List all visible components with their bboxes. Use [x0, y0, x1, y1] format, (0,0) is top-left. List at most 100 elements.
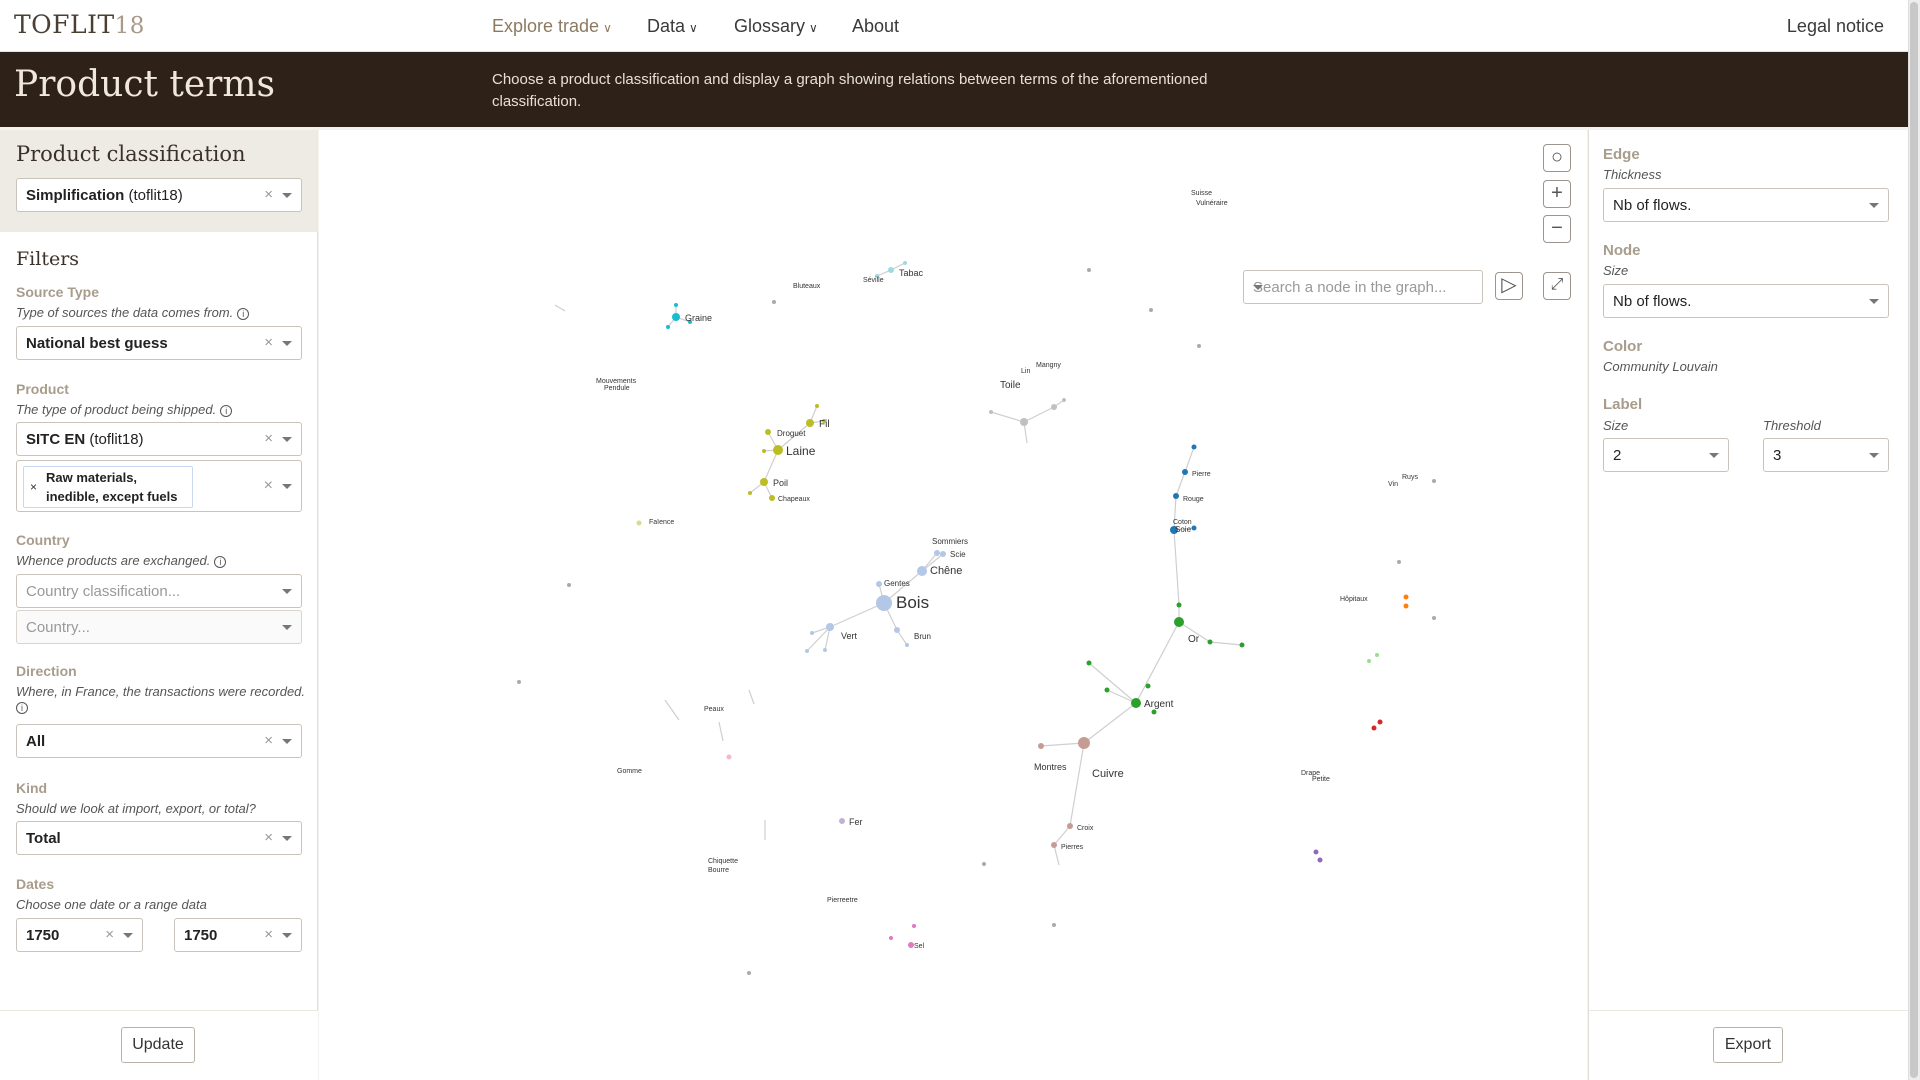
node-label-rouge: Rouge [1183, 496, 1204, 503]
zoom-out-icon[interactable]: − [1543, 215, 1571, 243]
clear-icon[interactable]: × [264, 732, 273, 749]
clear-icon[interactable]: × [264, 477, 273, 495]
page-scrollbar[interactable] [1908, 0, 1920, 1080]
node-label-cuivre: Cuivre [1092, 768, 1124, 780]
edge-hint: Thickness [1603, 167, 1662, 182]
caret-down-icon [282, 933, 292, 938]
edge-thickness-select[interactable]: Nb of flows. [1603, 188, 1889, 222]
product-label: Product [16, 381, 69, 397]
caret-down-icon [282, 341, 292, 346]
country-select[interactable]: Country... [16, 610, 302, 644]
caret-down-icon [282, 437, 292, 442]
tag-remove-icon[interactable]: × [30, 478, 37, 497]
nav-about[interactable]: About [852, 16, 899, 37]
node-label-or: Or [1188, 634, 1200, 645]
source-type-hint: Type of sources the data comes from. i [16, 305, 250, 320]
color-label: Color [1603, 338, 1643, 355]
product-multiselect[interactable]: × Raw materials, inedible, except fuels … [16, 460, 302, 512]
product-classification-select[interactable]: SITC EN (toflit18) × [16, 422, 302, 456]
node-label-montres: Montres [1034, 762, 1067, 772]
caret-down-icon [123, 933, 133, 938]
caret-down-icon [282, 836, 292, 841]
edge-label: Edge [1603, 146, 1640, 163]
scrollbar-thumb[interactable] [1910, 2, 1918, 1078]
nav-glossary[interactable]: Glossary ∨ [734, 16, 818, 37]
classification-title: Product classification [16, 142, 246, 166]
node-label-peaux: Peaux [704, 706, 724, 713]
info-icon[interactable]: i [237, 308, 250, 320]
zoom-in-icon[interactable]: + [1543, 180, 1571, 208]
clear-icon[interactable]: × [264, 186, 273, 203]
node-label-brun: Brun [914, 632, 931, 641]
page-banner: Product terms Choose a product classific… [0, 52, 1908, 127]
graph-search-input[interactable]: Search a node in the graph... [1243, 270, 1483, 304]
source-type-select[interactable]: National best guess × [16, 326, 302, 360]
node-label-scie: Scie [950, 550, 966, 559]
kind-select[interactable]: Total × [16, 821, 302, 855]
chevron-down-icon: ∨ [689, 21, 698, 35]
top-navbar: TOFLIT18 Explore trade ∨ Data ∨ Glossary ∨ … [0, 0, 1908, 52]
nav-legal-notice[interactable]: Legal notice [1787, 16, 1884, 37]
export-button[interactable]: Export [1713, 1027, 1783, 1063]
node-size-select[interactable]: Nb of flows. [1603, 284, 1889, 318]
node-label-faience: Faïence [649, 519, 674, 526]
chevron-down-icon: ∨ [603, 21, 612, 35]
node-label-graine: Graine [685, 313, 712, 323]
product-tag: × Raw materials, inedible, except fuels [23, 466, 193, 508]
nav-explore-trade[interactable]: Explore trade ∨ [492, 16, 612, 37]
fullscreen-icon[interactable]: ⤢ [1543, 272, 1571, 300]
reset-view-icon[interactable]: ○ [1543, 144, 1571, 172]
info-icon[interactable]: i [214, 556, 227, 568]
node-label-petite: Petite [1312, 776, 1330, 783]
source-type-label: Source Type [16, 284, 99, 300]
update-button[interactable]: Update [121, 1027, 195, 1063]
direction-label: Direction [16, 663, 77, 679]
clear-icon[interactable]: × [105, 926, 114, 943]
direction-hint: Where, in France, the transactions were … [16, 684, 306, 714]
node-label-soie: Soie [1175, 525, 1192, 534]
node-label-ruys: Ruys [1402, 474, 1418, 481]
clear-icon[interactable]: × [264, 926, 273, 943]
classification-select[interactable]: Simplification (toflit18) × [16, 178, 302, 212]
network-graph[interactable]: Bois Chêne Sommiers Scie Gentes Vert Bru… [319, 130, 1587, 1080]
node-label-bourre: Bourre [708, 867, 729, 874]
caret-down-icon [1253, 285, 1263, 290]
node-label-pendule: Pendule [604, 385, 630, 392]
node-label-sel: Sel [914, 943, 925, 950]
label-label: Label [1603, 396, 1643, 413]
info-icon[interactable]: i [16, 702, 28, 714]
date-from-select[interactable]: 1750 × [16, 918, 143, 952]
node-label-vulneraire: Vulnéraire [1196, 200, 1228, 207]
info-icon[interactable]: i [220, 405, 233, 417]
classification-box: Product classification Simplification (t… [0, 130, 318, 232]
label-size-select[interactable]: 2 [1603, 438, 1729, 472]
clear-icon[interactable]: × [264, 430, 273, 447]
kind-label: Kind [16, 780, 48, 796]
label-threshold-hint: Threshold [1763, 418, 1821, 433]
node-label-vin: Vin [1388, 481, 1398, 488]
country-classification-select[interactable]: Country classification... [16, 574, 302, 608]
node-label: Node [1603, 242, 1641, 259]
kind-hint: Should we look at import, export, or tot… [16, 801, 256, 816]
label-threshold-select[interactable]: 3 [1763, 438, 1889, 472]
logo[interactable]: TOFLIT18 [14, 10, 145, 39]
caret-down-icon [1709, 453, 1719, 458]
right-footer: Export [1589, 1010, 1909, 1080]
clear-icon[interactable]: × [264, 829, 273, 846]
node-label-chiquette: Chiquette [708, 858, 738, 865]
chevron-down-icon: ∨ [809, 21, 818, 35]
page-description: Choose a product classification and disp… [492, 71, 1208, 110]
node-label-mangny: Mangny [1036, 362, 1061, 369]
play-icon[interactable]: ▷ [1495, 272, 1523, 300]
date-to-select[interactable]: 1750 × [174, 918, 302, 952]
filters-title: Filters [16, 248, 80, 270]
clear-icon[interactable]: × [264, 334, 273, 351]
country-label: Country [16, 532, 70, 548]
product-hint: The type of product being shipped. i [16, 402, 233, 417]
node-label-toile: Toile [1000, 380, 1021, 391]
nav-data[interactable]: Data ∨ [647, 16, 698, 37]
node-label-laine: Laine [786, 444, 816, 458]
node-label-vert: Vert [841, 631, 858, 641]
direction-select[interactable]: All × [16, 724, 302, 758]
node-label-argent: Argent [1144, 699, 1174, 710]
